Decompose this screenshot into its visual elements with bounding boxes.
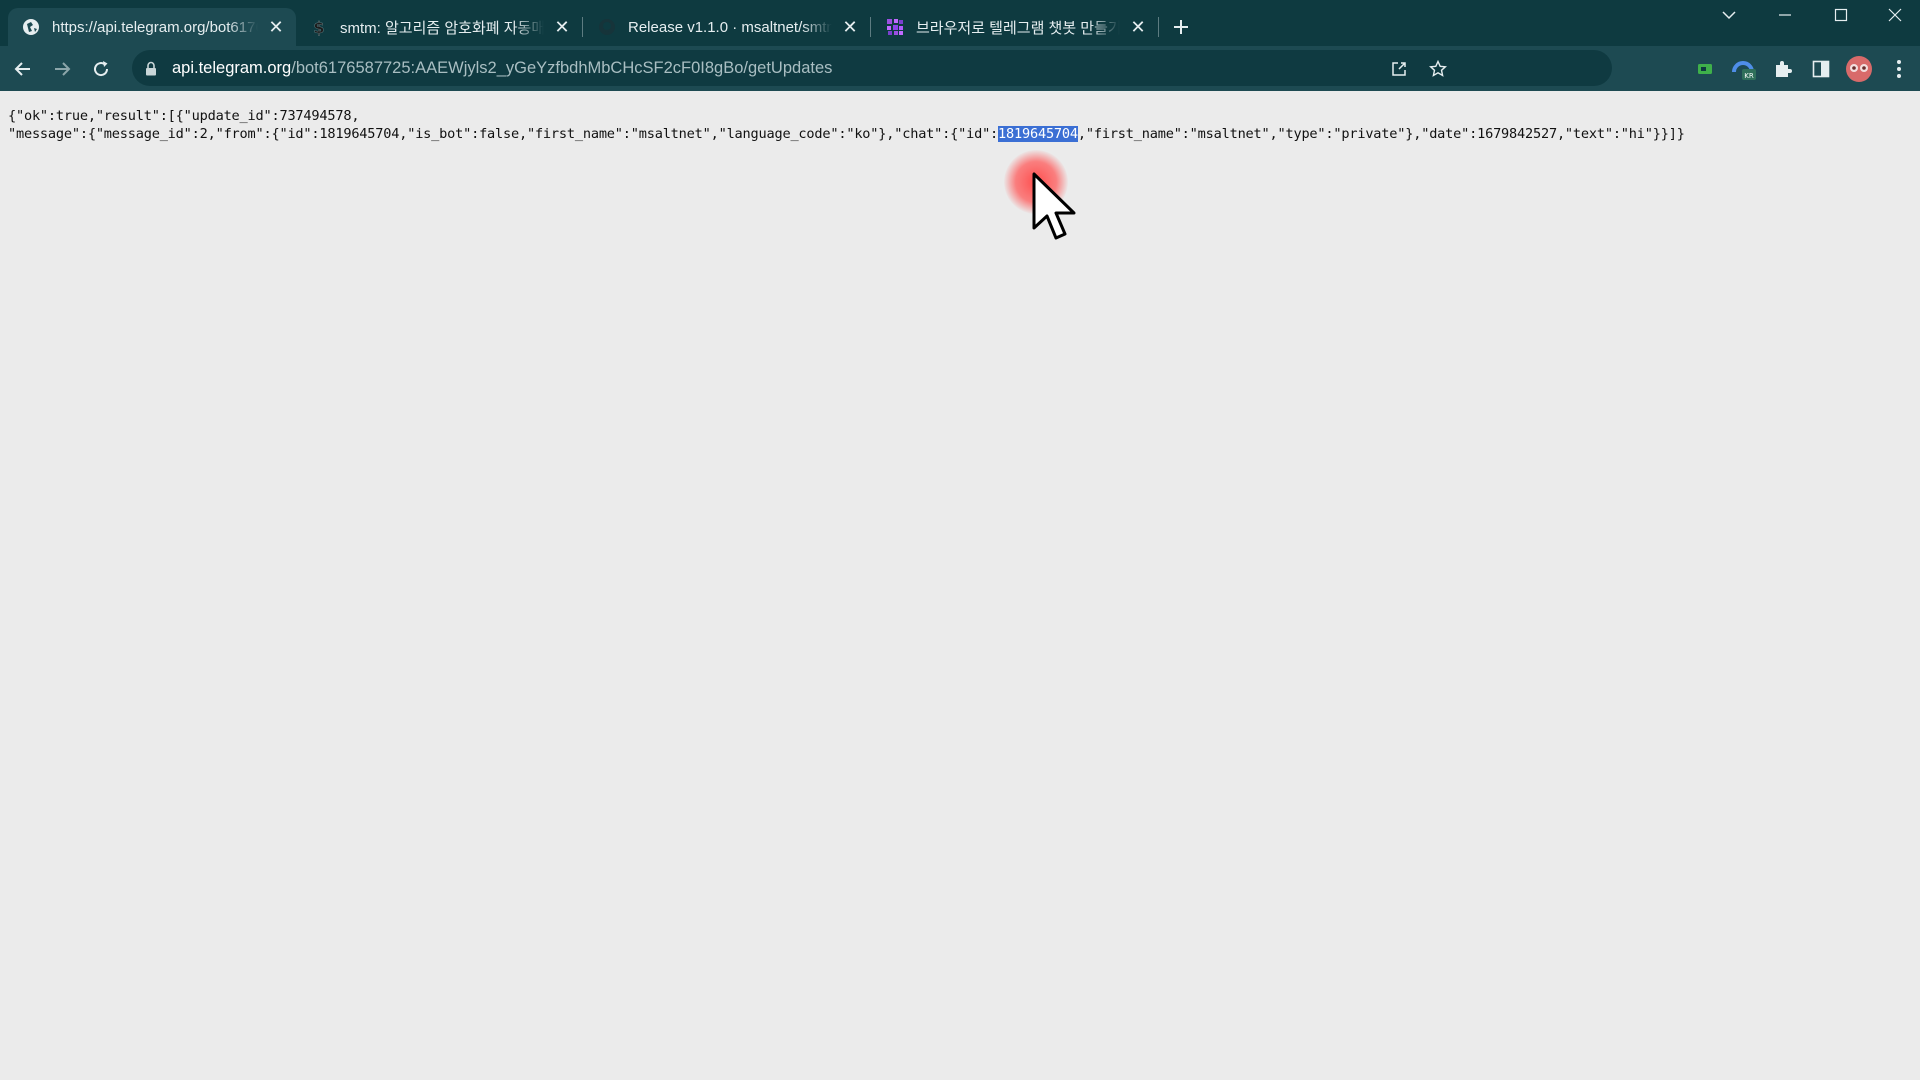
tab-telegram-chatbot-blog[interactable]: 브라우저로 텔레그램 챗봇 만들기 ✕ (872, 8, 1158, 46)
back-button[interactable] (7, 53, 39, 85)
extension-kr-icon: KR (1732, 61, 1756, 80)
new-tab-button[interactable] (1168, 14, 1194, 40)
bookmark-button[interactable] (1425, 56, 1451, 82)
tab-separator (582, 17, 583, 37)
selected-chat-id: 1819645704 (998, 126, 1078, 142)
tab-title: 브라우저로 텔레그램 챗봇 만들기 (916, 19, 1120, 37)
tab-separator (1158, 17, 1159, 37)
tab-github-release[interactable]: Release v1.1.0 · msaltnet/smtm ✕ (584, 8, 870, 46)
tab-telegram-api[interactable]: https://api.telegram.org/bot6176587725:A… (8, 8, 296, 46)
extension-green-button[interactable] (1690, 54, 1720, 84)
address-url[interactable]: api.telegram.org/bot6176587725:AAEWjyls2… (172, 59, 832, 78)
extensions-button[interactable] (1768, 54, 1798, 84)
maximize-icon (1834, 8, 1848, 22)
close-icon[interactable]: ✕ (552, 17, 572, 37)
tab-strip: https://api.telegram.org/bot6176587725:A… (0, 0, 1920, 46)
tab-separator (870, 17, 871, 37)
minimize-button[interactable] (1760, 0, 1810, 30)
address-host: api.telegram.org (172, 58, 292, 77)
mouse-cursor-icon (1032, 172, 1076, 240)
tab-title: Release v1.1.0 · msaltnet/smtm (628, 18, 832, 36)
extension-kr-button[interactable]: KR (1729, 54, 1759, 84)
browser-menu-button[interactable] (1884, 54, 1914, 84)
svg-text:$: $ (313, 18, 324, 36)
arrow-right-icon (55, 62, 71, 76)
address-path: /bot6176587725:AAEWjyls2_yGeYzfbdhMbCHcS… (291, 58, 833, 77)
side-panel-icon (1812, 60, 1830, 78)
json-response[interactable]: {"ok":true,"result":[{"update_id":737494… (8, 107, 1685, 143)
tab-smtm[interactable]: $ smtm: 알고리즘 암호화폐 자동매매 ✕ (296, 8, 582, 46)
chevron-down-icon (1722, 11, 1736, 20)
tab-title: https://api.telegram.org/bot6176587725:A… (52, 18, 258, 36)
close-icon (1888, 8, 1902, 22)
bars-icon (886, 18, 904, 36)
json-line-1: {"ok":true,"result":[{"update_id":737494… (8, 108, 360, 124)
browser-toolbar: api.telegram.org/bot6176587725:AAEWjyls2… (0, 46, 1920, 91)
close-window-button[interactable] (1870, 0, 1920, 30)
reload-button[interactable] (85, 53, 117, 85)
share-button[interactable] (1386, 56, 1412, 82)
puzzle-icon (1776, 61, 1792, 77)
star-icon (1429, 60, 1447, 77)
side-panel-button[interactable] (1806, 54, 1836, 84)
avatar (1846, 56, 1872, 82)
more-vertical-icon (1897, 60, 1901, 78)
github-icon (598, 18, 616, 36)
extension-green-icon (1698, 64, 1712, 74)
reload-icon (94, 61, 109, 77)
lock-icon[interactable] (142, 59, 160, 77)
maximize-button[interactable] (1816, 0, 1866, 30)
json-line-2-end: ,"first_name":"msaltnet","type":"private… (1077, 126, 1685, 142)
svg-text:KR: KR (1744, 72, 1754, 80)
forward-button[interactable] (46, 53, 78, 85)
plus-icon (1174, 20, 1188, 34)
profile-button[interactable] (1844, 54, 1874, 84)
arrow-left-icon (14, 62, 30, 76)
globe-icon (22, 18, 40, 36)
json-line-2-start: "message":{"message_id":2,"from":{"id":1… (8, 126, 999, 142)
page-content: {"ok":true,"result":[{"update_id":737494… (0, 91, 1920, 1080)
share-icon (1392, 62, 1406, 76)
minimize-icon (1779, 14, 1791, 16)
close-icon[interactable]: ✕ (1128, 17, 1148, 37)
dollar-icon: $ (310, 18, 328, 36)
close-icon[interactable]: ✕ (840, 17, 860, 37)
tab-search-button[interactable] (1704, 0, 1754, 30)
close-icon[interactable]: ✕ (266, 17, 286, 37)
address-bar[interactable]: api.telegram.org/bot6176587725:AAEWjyls2… (132, 50, 1612, 86)
tab-title: smtm: 알고리즘 암호화폐 자동매매 (340, 19, 544, 37)
